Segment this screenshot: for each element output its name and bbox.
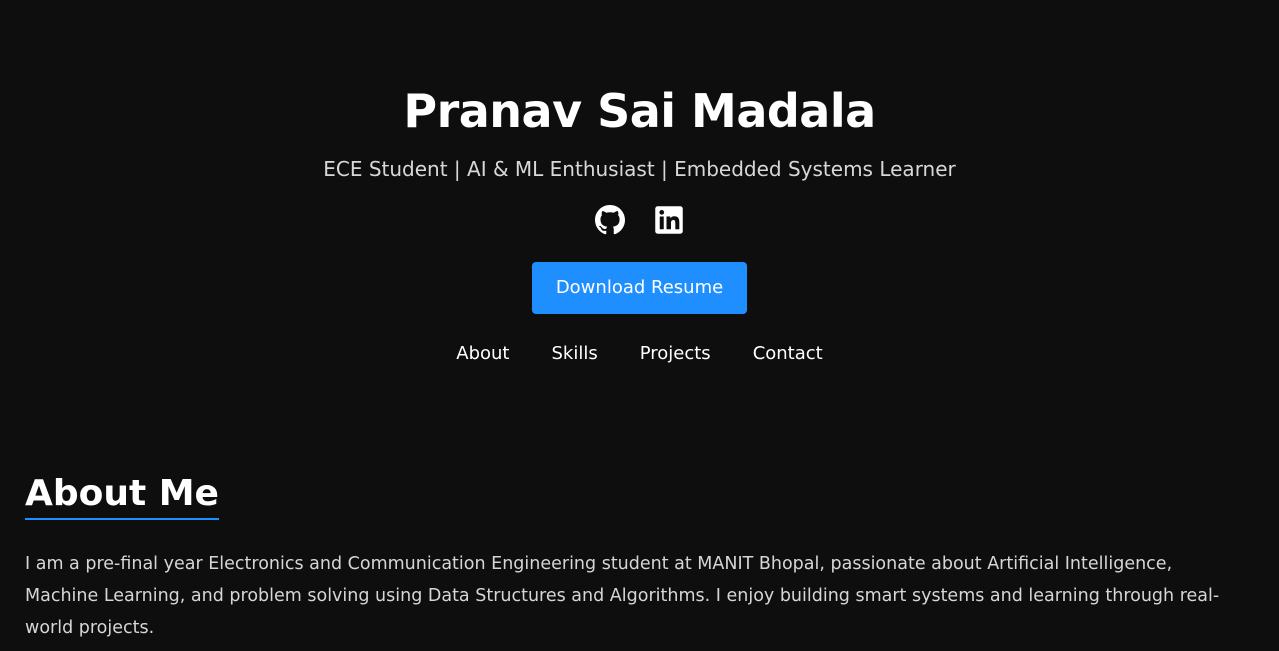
page-title: Pranav Sai Madala bbox=[403, 84, 876, 138]
nav-item-about[interactable]: About bbox=[456, 340, 509, 368]
hero-header: Pranav Sai Madala ECE Student | AI & ML … bbox=[0, 0, 1279, 368]
nav-item-skills[interactable]: Skills bbox=[551, 340, 597, 368]
nav-item-projects[interactable]: Projects bbox=[640, 340, 711, 368]
tagline: ECE Student | AI & ML Enthusiast | Embed… bbox=[323, 157, 956, 181]
nav-item-contact[interactable]: Contact bbox=[753, 340, 823, 368]
download-resume-button[interactable]: Download Resume bbox=[532, 262, 747, 314]
about-section: About Me I am a pre-final year Electroni… bbox=[25, 472, 1250, 644]
linkedin-icon bbox=[654, 205, 684, 235]
main-nav: About Skills Projects Contact bbox=[0, 340, 1279, 368]
linkedin-link[interactable] bbox=[654, 205, 684, 235]
social-links bbox=[0, 203, 1279, 236]
github-icon bbox=[595, 204, 625, 235]
github-link[interactable] bbox=[595, 204, 625, 235]
about-heading: About Me bbox=[25, 472, 219, 520]
about-description: I am a pre-final year Electronics and Co… bbox=[25, 554, 1220, 638]
